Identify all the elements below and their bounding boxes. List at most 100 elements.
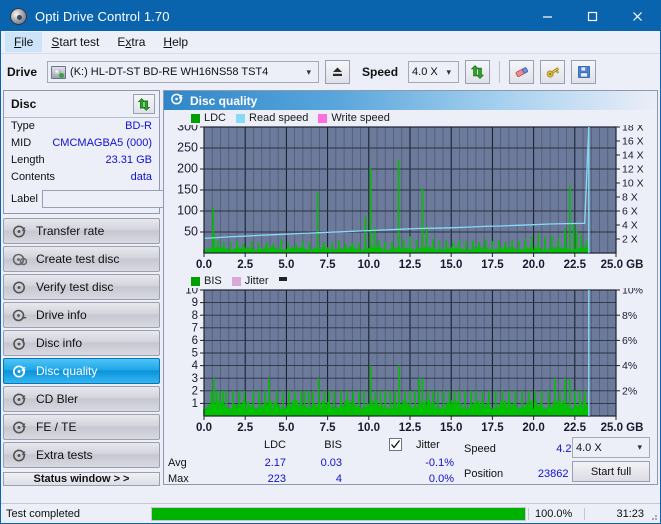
svg-text:2%: 2% [622, 385, 637, 397]
svg-text:4: 4 [192, 360, 199, 372]
svg-text:25.0 GB: 25.0 GB [601, 422, 644, 434]
menu-start-test[interactable]: Start test [42, 32, 108, 52]
legend-swatch-jitter [231, 276, 241, 286]
stats-col-ldc: LDC [263, 439, 286, 451]
disc-row-key: Contents [11, 171, 56, 183]
stats-position-label: Position [464, 468, 504, 480]
svg-text:10 X: 10 X [622, 178, 644, 190]
disc-label-row: Label [4, 186, 244, 213]
svg-text:5.0: 5.0 [278, 259, 294, 271]
speed-label: Speed [362, 65, 399, 79]
drive-icon [51, 65, 67, 79]
disc-row-length: Length 23.31 GB [4, 152, 159, 169]
content-area: Disc Type BD-R MID CMCMAGBA5 (000) Lengt… [1, 90, 660, 486]
stats-panel: LDC BIS Jitter Avg Max Total 2.17 223 82… [164, 436, 657, 484]
svg-text:12.5: 12.5 [399, 259, 422, 271]
progress-fill [152, 507, 525, 520]
disc-quality-icon [170, 92, 184, 109]
legend-label-ldc: LDC [204, 112, 227, 124]
jitter-checkbox[interactable] [389, 438, 402, 451]
disc-panel-header: Disc [4, 91, 159, 118]
close-button[interactable] [615, 1, 660, 31]
svg-text:7: 7 [192, 322, 198, 334]
stats-row-avg: Avg [168, 457, 187, 469]
eject-button[interactable] [325, 60, 351, 84]
sidebar-item-label: Extra tests [36, 448, 93, 462]
eraser-button[interactable] [509, 60, 535, 84]
sidebar-item-cd-bler[interactable]: CD Bler [3, 386, 160, 412]
svg-text:5: 5 [192, 348, 198, 360]
bis-chart-svg: 12345678910 2% 4% 6% 8% 10% 0.0 2.5 5.0 7.5 10.0 12… [185, 288, 644, 434]
menu-bar: File Start test Extra Help [1, 31, 660, 54]
svg-text:4 X: 4 X [622, 220, 638, 232]
svg-text:8 X: 8 X [622, 192, 638, 204]
test-speed-select[interactable]: 4.0 X ▾ [572, 437, 650, 458]
svg-text:25.0 GB: 25.0 GB [601, 259, 644, 271]
svg-text:17.5: 17.5 [481, 259, 504, 271]
chart1-legend: LDC Read speed Write speed [164, 110, 657, 125]
key-button[interactable] [540, 60, 566, 84]
maximize-button[interactable] [570, 1, 615, 31]
legend-label-read-speed: Read speed [249, 112, 309, 124]
toolbar-divider [499, 61, 501, 83]
legend-label-bis: BIS [204, 275, 222, 287]
sidebar-item-label: Drive info [36, 308, 87, 322]
legend-label-write-speed: Write speed [331, 112, 390, 124]
disc-row-value: 23.31 GB [105, 154, 152, 166]
svg-text:8: 8 [192, 310, 198, 322]
stats-avg-ldc: 2.17 [264, 457, 286, 469]
cd-bler-icon [12, 392, 28, 407]
sidebar-item-label: Disc quality [36, 364, 98, 378]
status-text: Test completed [6, 507, 80, 520]
sidebar-item-extra-tests[interactable]: Extra tests [3, 442, 160, 468]
save-button[interactable] [571, 60, 597, 84]
svg-text:2.5: 2.5 [237, 422, 254, 434]
svg-text:17.5: 17.5 [481, 422, 504, 434]
sidebar-item-transfer-rate[interactable]: Transfer rate [3, 218, 160, 244]
sidebar-item-disc-info[interactable]: Disc info [3, 330, 160, 356]
svg-text:3: 3 [192, 373, 198, 385]
svg-text:9: 9 [192, 297, 198, 309]
svg-text:200: 200 [177, 162, 198, 176]
sidebar-item-label: FE / TE [36, 420, 77, 434]
svg-text:15.0: 15.0 [440, 259, 462, 271]
start-full-button[interactable]: Start full [572, 461, 650, 482]
sidebar-item-disc-quality[interactable]: Disc quality [3, 358, 160, 384]
pane-title: Disc quality [190, 93, 258, 108]
stats-col-bis: BIS [324, 439, 342, 451]
ldc-chart: 50 100 150 200 250 300 2 X 4 X 6 X 8 X 10 X 12 X 14 … [164, 125, 657, 273]
drive-select[interactable]: (K:) HL-DT-ST BD-RE WH16NS58 TST4 ▾ [47, 61, 320, 83]
disc-refresh-button[interactable] [133, 94, 155, 114]
sidebar-item-fe-te[interactable]: FE / TE [3, 414, 160, 440]
sidebar-item-verify-test-disc[interactable]: Verify test disc [3, 274, 160, 300]
menu-file[interactable]: File [5, 32, 43, 52]
app-disc-icon [10, 7, 27, 25]
svg-text:10.0: 10.0 [358, 259, 380, 271]
sidebar-item-label: Disc info [36, 336, 83, 350]
svg-text:22.5: 22.5 [564, 259, 587, 271]
svg-text:10: 10 [185, 288, 198, 297]
minimize-button[interactable] [525, 1, 570, 31]
legend-label-jitter: Jitter [244, 275, 269, 287]
menu-help[interactable]: Help [154, 32, 197, 52]
legend-swatch-ldc [191, 113, 200, 123]
svg-text:10.0: 10.0 [358, 422, 380, 434]
speed-select[interactable]: 4.0 X ▾ [408, 61, 460, 83]
sidebar-item-drive-info[interactable]: Drive info [3, 302, 160, 328]
disc-row-key: Length [11, 154, 45, 166]
status-window-button[interactable]: Status window > > [3, 472, 160, 486]
stats-max-ldc: 223 [267, 473, 286, 485]
legend-swatch-marker [278, 276, 287, 281]
disc-row-contents: Contents data [4, 169, 159, 186]
disc-quality-pane: Disc quality LDC Read speed Write speed … [163, 90, 658, 485]
disc-verify-icon [12, 280, 28, 295]
refresh-button[interactable] [465, 60, 491, 84]
svg-text:15.0: 15.0 [440, 422, 462, 434]
resize-grip[interactable] [648, 511, 658, 521]
stats-row-max: Max [168, 473, 189, 485]
jitter-label: Jitter [416, 439, 440, 451]
disc-test-icon [12, 224, 28, 239]
sidebar-item-create-test-disc[interactable]: Create test disc [3, 246, 160, 272]
disc-row-value: data [130, 171, 152, 183]
menu-extra[interactable]: Extra [108, 32, 154, 52]
